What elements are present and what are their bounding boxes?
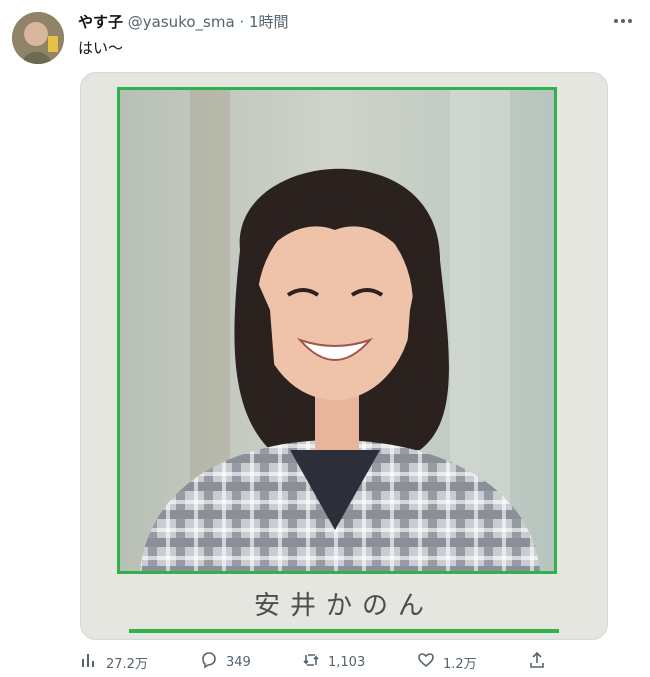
tweet-header: やす子 @yasuko_sma · 1時間	[78, 12, 289, 32]
avatar[interactable]	[12, 12, 64, 64]
more-options-icon[interactable]	[610, 8, 636, 34]
reply-count: 349	[226, 654, 251, 670]
like-button[interactable]: 1.2万	[417, 650, 477, 674]
divider	[129, 629, 559, 633]
photo-caption: 安井かのん	[253, 591, 434, 621]
like-count: 1.2万	[443, 656, 477, 672]
tweet-text: はい〜	[78, 39, 124, 57]
author-handle[interactable]: @yasuko_sma	[128, 13, 235, 31]
tweet-media[interactable]: 安井かのん	[80, 72, 608, 640]
share-icon	[528, 651, 546, 673]
retweet-button[interactable]: 1,103	[302, 650, 365, 674]
action-bar: 27.2万 349 1,103 1.2万	[80, 650, 550, 674]
yearbook-photo	[117, 87, 557, 574]
reply-button[interactable]: 349	[200, 650, 251, 674]
author-name[interactable]: やす子	[78, 13, 123, 31]
share-button[interactable]	[528, 650, 546, 674]
timestamp[interactable]: 1時間	[249, 13, 289, 31]
reply-icon	[200, 651, 218, 673]
heart-icon	[417, 651, 435, 673]
analytics-icon	[80, 651, 98, 673]
views-count: 27.2万	[106, 656, 148, 672]
retweet-count: 1,103	[328, 654, 366, 670]
views-button[interactable]: 27.2万	[80, 650, 148, 674]
retweet-icon	[302, 651, 320, 673]
separator-dot: ·	[239, 13, 245, 31]
